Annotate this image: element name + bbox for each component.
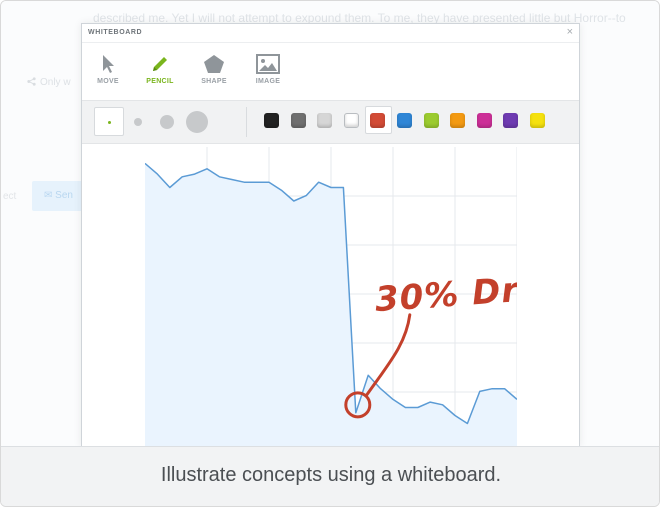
background-send-button[interactable]: ✉ Sen <box>32 181 84 211</box>
color-swatch-7[interactable] <box>423 113 439 128</box>
pentagon-icon <box>204 55 224 73</box>
color-swatch-3[interactable] <box>317 113 333 128</box>
share-icon <box>27 77 36 86</box>
brush-size-small[interactable] <box>134 118 142 126</box>
close-icon[interactable]: × <box>567 26 573 38</box>
color-swatch-6[interactable] <box>397 113 412 128</box>
tool-shape[interactable]: SHAPE <box>194 54 234 85</box>
brush-size-medium[interactable] <box>160 115 174 129</box>
color-swatch-4[interactable] <box>343 113 359 128</box>
send-icon: ✉ <box>44 190 56 201</box>
background-send-label: Sen <box>55 190 73 201</box>
tool-pencil-label: PENCIL <box>146 78 174 85</box>
color-swatch-8[interactable] <box>450 113 466 128</box>
whiteboard-toolbar: MOVE PENCIL SHAPE IMAGE <box>82 44 579 100</box>
screenshot-frame: described me. Yet I will not attempt to … <box>0 0 660 507</box>
whiteboard-window: WHITEBOARD × MOVE PENCIL SHAPE IMAGE 30%… <box>81 23 580 447</box>
color-swatch-2[interactable] <box>290 113 306 128</box>
caption-bar: Illustrate concepts using a whiteboard. <box>1 446 659 506</box>
chart-svg: 30% Drop <box>145 147 517 447</box>
whiteboard-canvas[interactable]: 30% Drop <box>82 145 579 447</box>
color-swatch-10[interactable] <box>503 113 519 128</box>
tool-image[interactable]: IMAGE <box>248 54 288 85</box>
background-left-label: ect <box>3 191 17 202</box>
caption-text: Illustrate concepts using a whiteboard. <box>160 464 502 486</box>
cursor-arrow-icon <box>103 55 114 73</box>
tool-move[interactable]: MOVE <box>88 54 128 85</box>
image-icon <box>256 54 280 74</box>
brush-dot-icon <box>108 121 111 124</box>
share-label: Only w <box>40 77 71 88</box>
whiteboard-titlebar: WHITEBOARD × <box>82 24 579 43</box>
tool-image-label: IMAGE <box>255 78 281 85</box>
color-swatch-11[interactable] <box>530 113 545 128</box>
color-swatch-9[interactable] <box>476 113 492 128</box>
tool-shape-label: SHAPE <box>201 78 227 85</box>
pencil-icon <box>153 57 167 71</box>
color-swatch-5[interactable] <box>370 113 386 128</box>
color-swatch-1[interactable] <box>264 113 279 128</box>
annotation-label: 30% Drop <box>374 267 517 320</box>
background-share-option: Only w <box>27 77 71 88</box>
tool-pencil[interactable]: PENCIL <box>140 54 180 85</box>
tool-move-label: MOVE <box>97 78 119 85</box>
brush-size-large[interactable] <box>186 111 208 133</box>
whiteboard-options-bar <box>82 100 579 144</box>
whiteboard-title: WHITEBOARD <box>88 29 143 36</box>
brush-size-xsmall[interactable] <box>94 107 124 136</box>
options-divider <box>246 107 247 137</box>
